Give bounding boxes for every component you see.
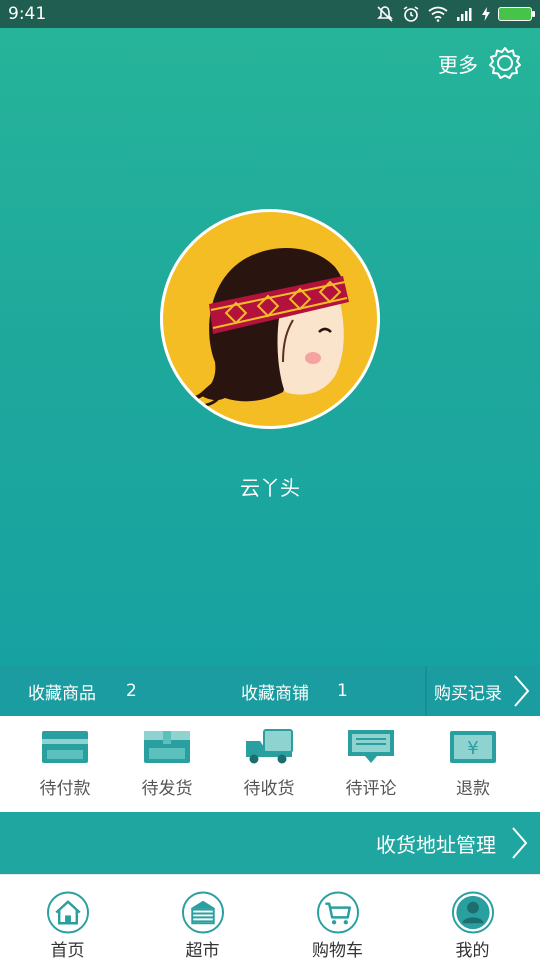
- cart-icon: [316, 891, 359, 934]
- order-label: 待收货: [243, 779, 295, 799]
- truck-icon: [246, 729, 293, 764]
- order-label: 待发货: [141, 779, 193, 799]
- more-button[interactable]: 更多: [438, 46, 522, 80]
- status-time: 9:41: [8, 4, 47, 24]
- order-refund[interactable]: ¥ 退款: [419, 716, 527, 812]
- chevron-right-icon: [512, 827, 528, 859]
- battery-icon: [498, 7, 535, 21]
- avatar[interactable]: [160, 209, 380, 429]
- order-pending-review[interactable]: 待评论: [317, 716, 425, 812]
- profile-header: 更多 云丫头: [0, 28, 540, 666]
- signal-icon: [457, 8, 472, 21]
- tab-mine[interactable]: 我的: [405, 875, 540, 960]
- status-icons: [376, 5, 535, 23]
- purchase-history-button[interactable]: 购买记录: [434, 666, 530, 716]
- tab-home[interactable]: 首页: [0, 875, 135, 960]
- fav-shops-stat[interactable]: 收藏商铺 1: [241, 666, 348, 716]
- user-icon: [451, 891, 494, 934]
- fav-shops-label: 收藏商铺: [241, 683, 309, 704]
- order-label: 退款: [456, 779, 490, 799]
- order-pending-payment[interactable]: 待付款: [11, 716, 119, 812]
- avatar-girl-icon: [194, 247, 349, 408]
- fav-shops-count: 1: [337, 681, 348, 701]
- order-label: 待付款: [39, 779, 91, 799]
- more-label: 更多: [438, 52, 478, 77]
- order-pending-shipment[interactable]: 待发货: [113, 716, 221, 812]
- username: 云丫头: [240, 476, 300, 500]
- svg-text:¥: ¥: [467, 738, 478, 759]
- alarm-icon: [403, 6, 419, 22]
- gear-icon[interactable]: [488, 46, 522, 80]
- mute-icon: [377, 6, 393, 22]
- order-status-row: 待付款 待发货 待收货 待评论 ¥ 退款: [0, 716, 540, 812]
- status-bar: 9:41: [0, 0, 540, 28]
- stats-bar: 收藏商品 2 收藏商铺 1 购买记录: [0, 666, 540, 716]
- fav-goods-stat[interactable]: 收藏商品 2: [28, 666, 137, 716]
- order-label: 待评论: [345, 779, 397, 799]
- stats-divider: [425, 666, 427, 716]
- chevron-right-icon: [514, 675, 530, 707]
- order-pending-receipt[interactable]: 待收货: [215, 716, 323, 812]
- fav-goods-label: 收藏商品: [28, 683, 96, 704]
- address-label: 收货地址管理: [376, 832, 496, 857]
- charging-icon: [482, 7, 490, 21]
- box-icon: [144, 731, 190, 763]
- wifi-icon: [428, 6, 448, 22]
- tab-label: 购物车: [312, 941, 363, 960]
- tab-label: 我的: [455, 941, 490, 960]
- card-icon: [42, 731, 88, 763]
- tab-label: 超市: [185, 941, 220, 960]
- yen-icon: ¥: [450, 731, 496, 763]
- home-icon: [46, 891, 89, 934]
- address-management-button[interactable]: 收货地址管理: [0, 812, 540, 874]
- tab-label: 首页: [50, 941, 85, 960]
- comment-icon: [348, 730, 394, 763]
- tab-store[interactable]: 超市: [135, 875, 270, 960]
- bottom-tab-bar: 首页 超市 购物车 我的: [0, 874, 540, 960]
- purchase-history-label: 购买记录: [434, 683, 502, 704]
- store-icon: [181, 891, 224, 934]
- fav-goods-count: 2: [126, 681, 137, 701]
- tab-cart[interactable]: 购物车: [270, 875, 405, 960]
